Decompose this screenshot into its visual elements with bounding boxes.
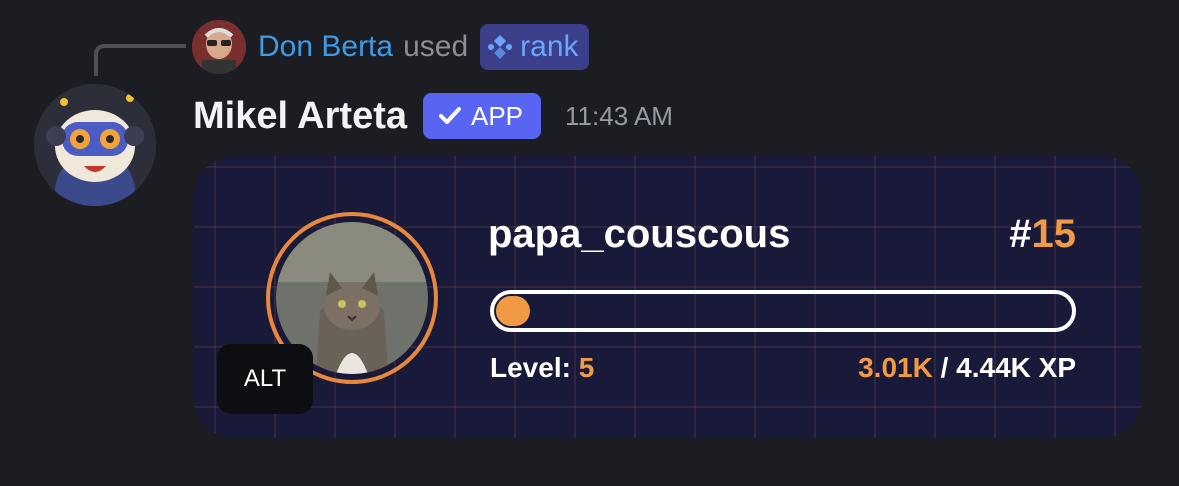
xp-total: / 4.44K XP xyxy=(940,352,1076,383)
command-name: rank xyxy=(520,30,579,63)
message-author[interactable]: Mikel Arteta xyxy=(193,95,407,138)
reply-context[interactable]: Don Berta used rank xyxy=(192,20,589,74)
command-chip[interactable]: rank xyxy=(480,24,589,70)
reply-connector xyxy=(94,44,186,76)
alt-text-button[interactable]: ALT xyxy=(217,344,313,414)
rank-username: papa_couscous xyxy=(488,212,791,256)
app-badge: APP xyxy=(423,93,542,139)
xp-current: 3.01K xyxy=(858,352,933,383)
message-header: Mikel Arteta APP 11:43 AM xyxy=(193,88,673,144)
checkmark-icon xyxy=(439,107,461,124)
level-display: Level: 5 xyxy=(490,352,595,383)
replied-user-avatar[interactable] xyxy=(192,20,246,74)
app-badge-label: APP xyxy=(471,100,524,131)
level-value: 5 xyxy=(578,352,595,383)
message-timestamp: 11:43 AM xyxy=(565,100,673,131)
slash-command-icon xyxy=(488,35,513,59)
rank-card-image[interactable]: papa_couscous #15 Level: 5 3.01K / 4.44K… xyxy=(194,156,1142,438)
reply-used-text: used xyxy=(403,30,469,63)
xp-display: 3.01K / 4.44K XP xyxy=(858,352,1076,384)
replied-user-name[interactable]: Don Berta xyxy=(258,30,393,64)
xp-progress-fill xyxy=(496,296,530,326)
rank-number: 15 xyxy=(1031,212,1077,256)
bot-avatar[interactable] xyxy=(34,84,156,206)
xp-progress-bar xyxy=(490,290,1076,332)
rank-position: #15 xyxy=(1009,212,1077,256)
